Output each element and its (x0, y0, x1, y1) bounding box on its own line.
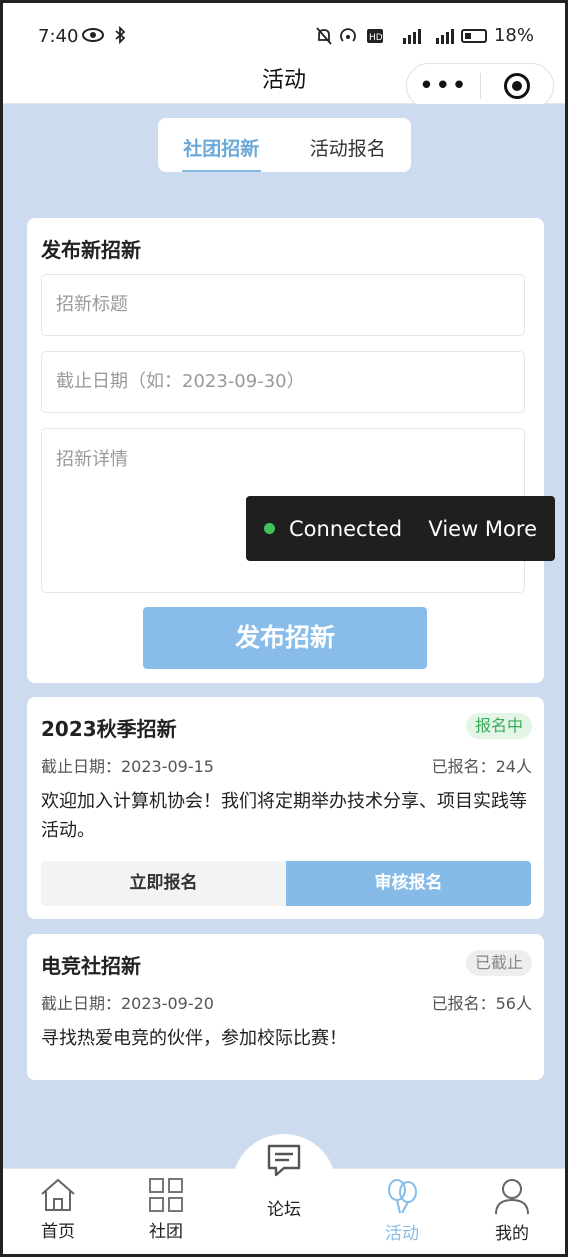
tabbar-item-home[interactable]: 首页 (13, 1169, 103, 1242)
status-left-icons (82, 24, 126, 45)
recruit-deadline: 截止日期：2023-09-15 (41, 757, 214, 776)
home-icon (41, 1178, 75, 1211)
deadline-input[interactable]: 截止日期（如：2023-09-30） (41, 351, 525, 413)
signal-icon (402, 28, 421, 44)
main-content: 社团招新 活动报名 发布新招新 招新标题 截止日期（如：2023-09-30） … (3, 104, 565, 1168)
review-button[interactable]: 审核报名 (286, 861, 531, 906)
recruit-deadline: 截止日期：2023-09-20 (41, 994, 214, 1013)
hd-icon: HD (366, 28, 383, 43)
signal-icon-2 (435, 28, 454, 44)
tabbar-label-mine: 我的 (495, 1224, 529, 1244)
eye-icon (82, 28, 104, 42)
grid-icon (149, 1178, 183, 1212)
tabbar-label-forum: 论坛 (267, 1200, 301, 1220)
svg-text:HD: HD (369, 33, 383, 43)
form-title: 发布新招新 (41, 238, 141, 262)
hotspot-icon (340, 27, 356, 42)
recruit-card: 电竞社招新 已截止 截止日期：2023-09-20 已报名：56人 寻找热爱电竞… (27, 934, 544, 1080)
tabbar-item-forum[interactable]: 论坛 (239, 1133, 329, 1220)
recruit-card: 2023秋季招新 报名中 截止日期：2023-09-15 已报名：24人 欢迎加… (27, 697, 544, 919)
connected-dot-icon (264, 523, 275, 534)
bluetooth-icon (115, 25, 126, 45)
recruit-signed-count: 已报名：56人 (431, 994, 532, 1013)
status-badge: 报名中 (465, 713, 532, 739)
segment-tabs: 社团招新 活动报名 (158, 118, 411, 172)
battery-icon (460, 28, 487, 43)
publish-form-card: 发布新招新 招新标题 截止日期（如：2023-09-30） 招新详情 发布招新 (27, 218, 544, 683)
tab-recruitment[interactable]: 社团招新 (158, 118, 285, 172)
bottom-tab-bar: 首页 社团 论坛 活动 我的 (3, 1144, 565, 1254)
battery-percent: 18% (493, 25, 534, 46)
more-menu-icon[interactable]: ••• (407, 73, 480, 99)
user-icon (495, 1179, 529, 1215)
mini-program-capsule: ••• (406, 63, 554, 109)
toast-status: Connected (289, 516, 403, 541)
recruit-description: 寻找热爱电竞的伙伴，参加校际比赛！ (41, 1028, 347, 1049)
recruit-actions: 立即报名 审核报名 (41, 861, 531, 906)
recruit-title: 电竞社招新 (41, 954, 141, 978)
tabbar-label-home: 首页 (41, 1222, 75, 1242)
balloon-icon (388, 1179, 417, 1214)
status-right-icons: HD 18% (316, 25, 534, 46)
target-icon (503, 73, 530, 99)
recruit-title-input[interactable]: 招新标题 (41, 274, 525, 336)
tabbar-item-mine[interactable]: 我的 (467, 1169, 557, 1244)
view-more-link[interactable]: View More (428, 517, 537, 541)
connection-toast: Connected View More (246, 496, 555, 561)
status-bar: 7:40 HD 18% (0, 0, 568, 58)
tabbar-label-activity: 活动 (385, 1224, 419, 1244)
status-time: 7:40 (38, 26, 79, 47)
close-mini-program-button[interactable] (481, 73, 554, 99)
tabbar-item-activity[interactable]: 活动 (357, 1169, 447, 1244)
recruit-description: 欢迎加入计算机协会！我们将定期举办技术分享、项目实践等活动。 (41, 791, 527, 841)
recruit-title: 2023秋季招新 (41, 717, 177, 741)
nav-bar: 活动 ••• (0, 58, 568, 109)
chat-icon (267, 1144, 301, 1177)
recruit-signed-count: 已报名：24人 (431, 757, 532, 776)
tabbar-label-club: 社团 (149, 1222, 183, 1242)
tab-activity-signup[interactable]: 活动报名 (285, 118, 412, 172)
status-badge: 已截止 (465, 950, 532, 976)
publish-button[interactable]: 发布招新 (143, 607, 427, 669)
mute-icon (316, 26, 332, 45)
apply-button[interactable]: 立即报名 (41, 861, 286, 906)
tabbar-item-club[interactable]: 社团 (121, 1169, 211, 1242)
